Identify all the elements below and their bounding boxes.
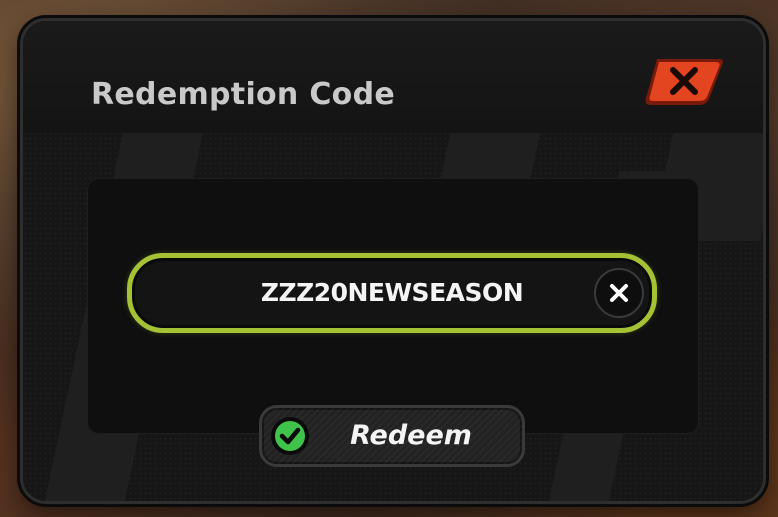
close-button[interactable]	[643, 55, 725, 107]
clear-input-button[interactable]	[594, 268, 644, 318]
dialog-header: Redemption Code	[23, 21, 763, 133]
clear-x-icon	[610, 284, 628, 302]
code-input-field[interactable]: ZZZ20NEWSEASON	[127, 253, 657, 333]
redeem-button[interactable]: Redeem	[259, 405, 525, 467]
redeem-button-label: Redeem	[350, 420, 472, 451]
close-x-icon	[645, 59, 723, 105]
code-input-value[interactable]: ZZZ20NEWSEASON	[132, 258, 652, 328]
check-circle-icon	[270, 416, 310, 456]
redemption-dialog: Redemption Code ZZZ20NEWSEASON Redeem	[20, 18, 766, 504]
dialog-title: Redemption Code	[91, 77, 395, 112]
